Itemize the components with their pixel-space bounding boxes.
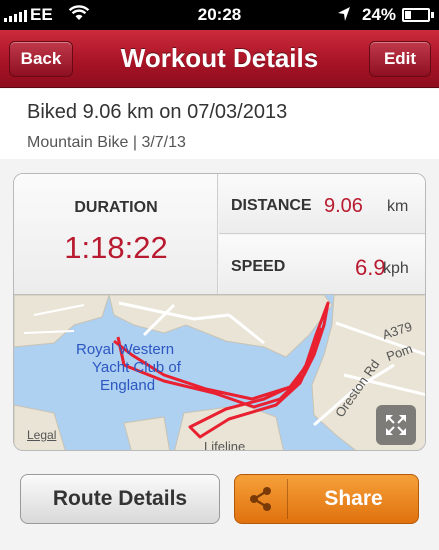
speed-value: 6.9 [355, 255, 386, 280]
map-place-label: Royal Western [76, 341, 175, 358]
speed-label: SPEED [231, 258, 286, 275]
speed-unit: kph [383, 260, 409, 277]
battery-percent: 24% [362, 5, 397, 24]
navigation-bar: Back Workout Details Edit [0, 30, 439, 88]
share-icon [250, 487, 271, 511]
distance-label: DISTANCE [231, 197, 312, 214]
share-label: Share [324, 487, 383, 510]
battery-tip [431, 12, 434, 18]
location-arrow-icon [338, 7, 350, 21]
workout-title: Biked 9.06 km on 07/03/2013 [27, 101, 288, 123]
share-button[interactable]: Share [234, 474, 419, 524]
expand-icon[interactable] [376, 405, 416, 445]
stats-card: DURATION 1:18:22 DISTANCE 9.06 km SPEED … [13, 173, 426, 451]
speed-cell: SPEED 6.9 kph [219, 235, 425, 294]
distance-value: 9.06 [324, 195, 363, 217]
route-map[interactable]: Royal Western Yacht Club of England A379… [14, 294, 425, 451]
map-area-label: Lifeline [204, 439, 246, 451]
battery-icon [402, 8, 430, 22]
workout-header: Biked 9.06 km on 07/03/2013 Mountain Bik… [0, 89, 439, 159]
map-legal-link[interactable]: Legal [27, 428, 56, 442]
duration-value: 1:18:22 [64, 230, 168, 265]
map-place-label: Yacht Club of [92, 359, 181, 376]
duration-cell: DURATION 1:18:22 [14, 174, 218, 294]
duration-label: DURATION [74, 199, 158, 216]
route-details-button[interactable]: Route Details [20, 474, 220, 524]
status-bar: EE 20:28 24% [0, 0, 439, 30]
edit-button[interactable]: Edit [369, 41, 431, 77]
distance-unit: km [387, 198, 409, 215]
distance-cell: DISTANCE 9.06 km [219, 174, 425, 234]
map-place-label: England [100, 377, 156, 394]
workout-subtitle: Mountain Bike | 3/7/13 [27, 134, 186, 151]
